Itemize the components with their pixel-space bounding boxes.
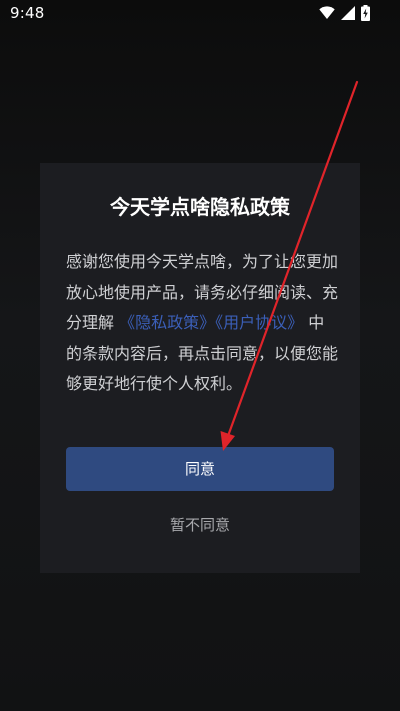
agree-button[interactable]: 同意 (66, 447, 334, 491)
cellular-signal-icon (341, 6, 355, 20)
decline-button[interactable]: 暂不同意 (66, 511, 334, 539)
privacy-dialog: 今天学点啥隐私政策 感谢您使用今天学点啥，为了让您更加放心地使用产品，请务必仔细… (40, 163, 360, 573)
user-agreement-link[interactable]: 《用户协议》 (215, 313, 303, 332)
status-bar: 9:48 (0, 0, 400, 28)
dialog-body: 感谢您使用今天学点啥，为了让您更加放心地使用产品，请务必仔细阅读、充分理解 《隐… (66, 247, 338, 400)
battery-charging-icon (361, 5, 370, 21)
status-time: 9:48 (10, 4, 45, 22)
privacy-policy-link[interactable]: 《隐私政策》 (119, 313, 215, 332)
status-icons (319, 5, 370, 21)
dialog-title: 今天学点啥隐私政策 (110, 195, 290, 219)
wifi-icon (319, 6, 335, 20)
